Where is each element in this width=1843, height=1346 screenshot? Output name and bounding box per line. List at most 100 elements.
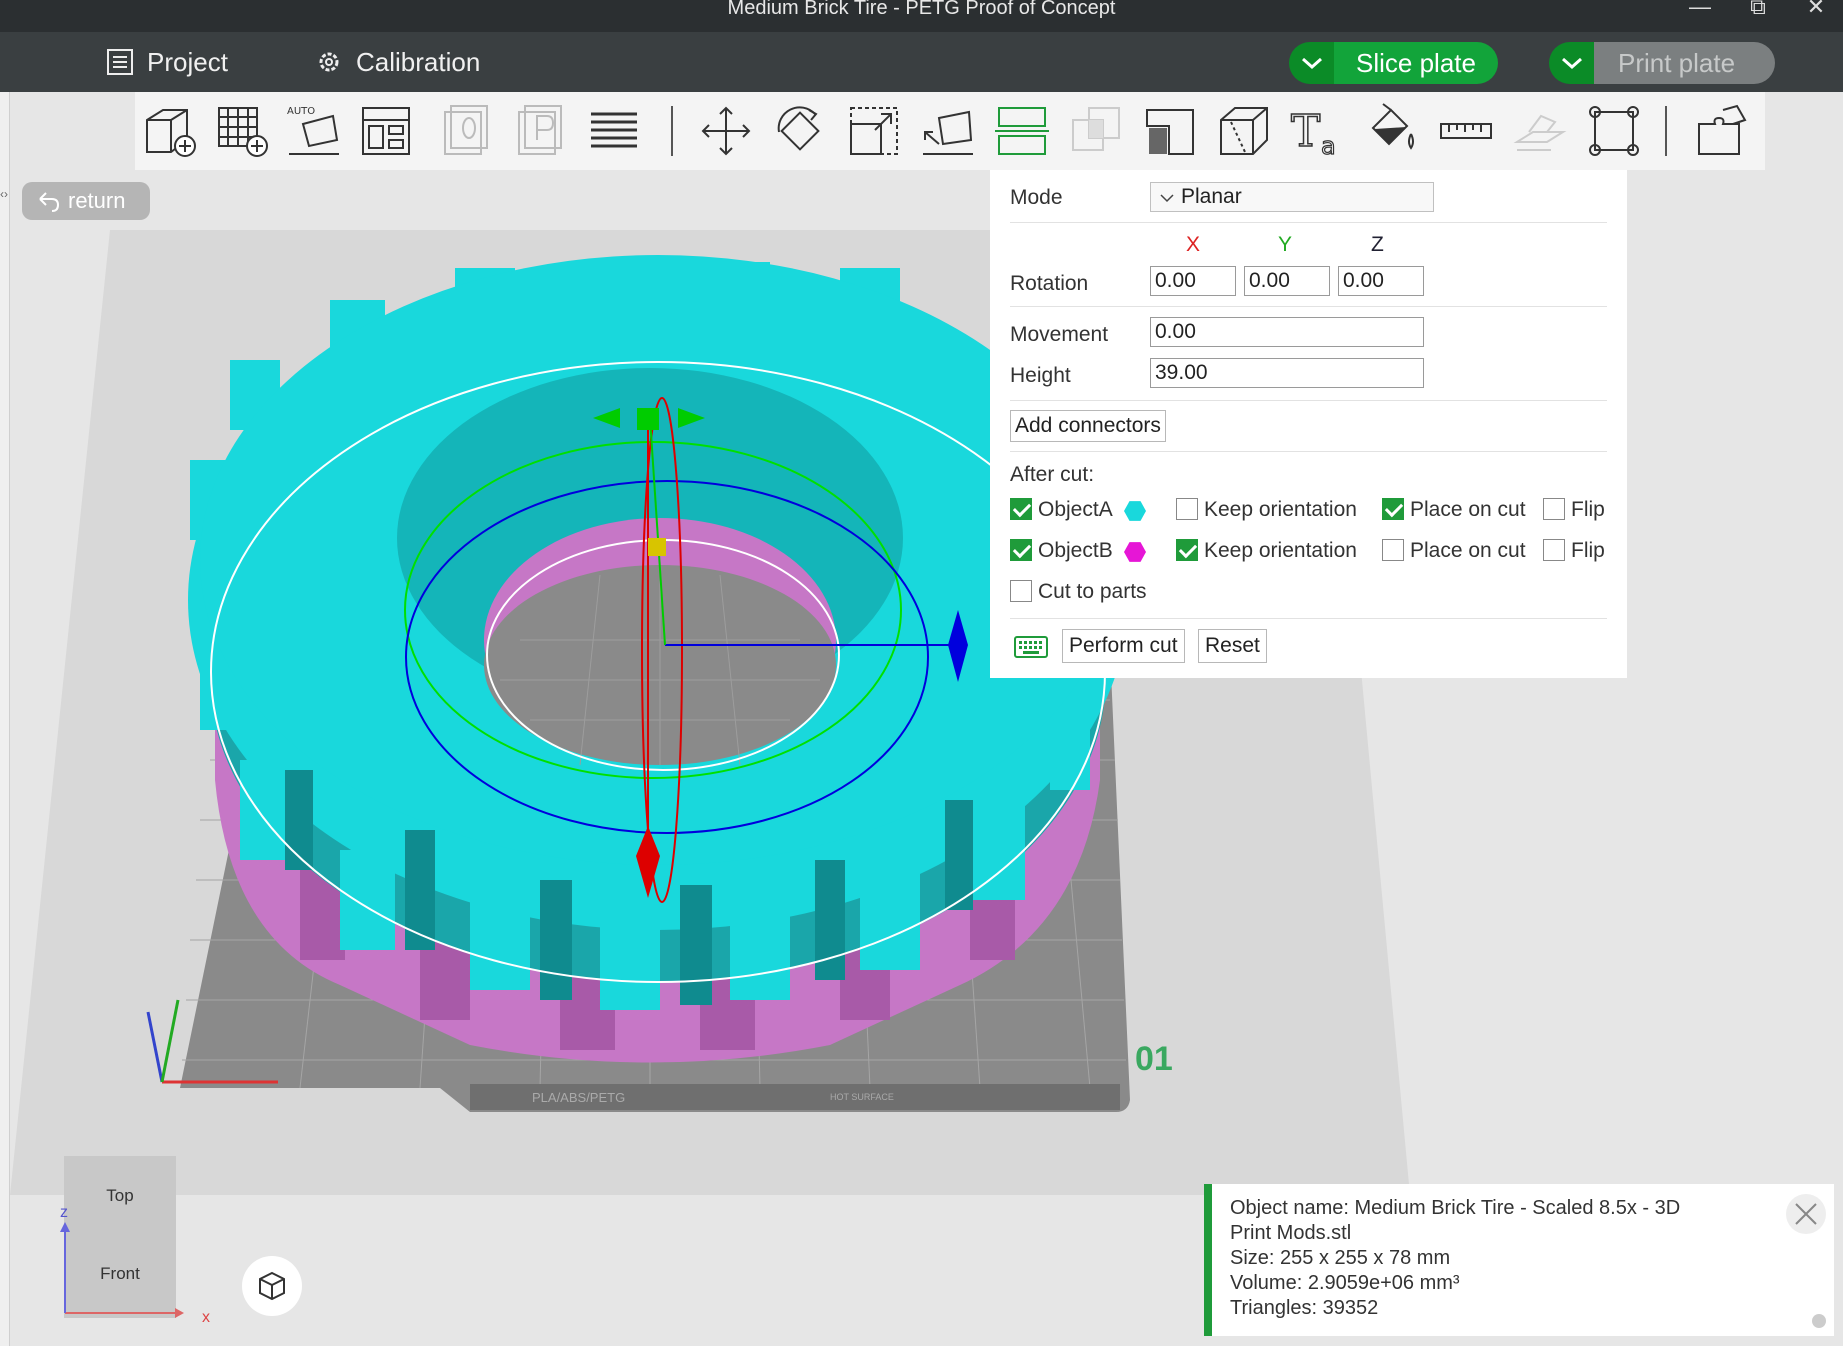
add-object-tool[interactable] [139, 102, 201, 160]
close-notification-button[interactable] [1786, 1194, 1826, 1234]
minimize-button[interactable]: — [1680, 0, 1720, 20]
movement-label: Movement [1010, 323, 1109, 346]
chevron-down-icon [1301, 57, 1322, 70]
cut-to-parts-checkbox[interactable] [1010, 580, 1032, 602]
split-parts-tool[interactable] [1691, 102, 1753, 160]
mode-value: Planar [1181, 185, 1242, 208]
b-flip-checkbox[interactable] [1543, 539, 1565, 561]
arrange-icon [362, 107, 410, 155]
maximize-button[interactable]: ⧉ [1738, 0, 1778, 20]
left-sidebar-collapsed[interactable]: ‹› [0, 92, 10, 1346]
height-input[interactable] [1150, 358, 1424, 388]
slice-plate-button[interactable]: Slice plate [1289, 42, 1498, 84]
height-label: Height [1010, 364, 1071, 387]
close-icon [1795, 1203, 1817, 1225]
auto-orient-tool[interactable]: AUTO [283, 102, 345, 160]
seam-paint-tool[interactable] [1213, 102, 1275, 160]
cut-icon [995, 107, 1049, 155]
a-place-on-cut-checkbox[interactable] [1382, 498, 1404, 520]
project-label: Project [147, 46, 228, 77]
rotate-icon [777, 106, 820, 151]
rotation-y-input[interactable] [1244, 266, 1330, 296]
calibration-label: Calibration [356, 46, 481, 77]
rotation-x-input[interactable] [1150, 266, 1236, 296]
cube-view-icon [259, 1271, 285, 1301]
undo-arrow-icon [39, 192, 60, 212]
calibration-menu[interactable]: Calibration [314, 44, 480, 80]
lay-on-face-tool[interactable] [917, 102, 979, 160]
divider [1010, 306, 1607, 307]
print-dropdown[interactable] [1549, 42, 1594, 84]
object-name-line1: Object name: Medium Brick Tire - Scaled … [1230, 1197, 1681, 1219]
emboss-tool [1509, 102, 1571, 160]
support-paint-icon [1146, 109, 1194, 155]
rotation-label: Rotation [1010, 272, 1089, 295]
perform-cut-button[interactable]: Perform cut [1062, 629, 1185, 663]
orient-plate-tool [509, 102, 571, 160]
svg-text:a: a [1321, 132, 1336, 160]
outline-o-icon [444, 105, 488, 155]
layers-icon [591, 112, 637, 148]
color-paint-tool[interactable] [1361, 102, 1423, 160]
gizmo-yellow-center [648, 538, 666, 556]
movement-input[interactable] [1150, 317, 1424, 347]
add-connectors-button[interactable]: Add connectors [1010, 410, 1166, 442]
divider [1010, 618, 1607, 619]
measure-tool[interactable] [1435, 102, 1497, 160]
keyboard-icon [1014, 636, 1048, 658]
a-place-on-cut-label: Place on cut [1410, 498, 1526, 521]
cut-tool[interactable] [991, 102, 1053, 160]
window-title: Medium Brick Tire - PETG Proof of Concep… [727, 0, 1116, 19]
object-a-checkbox[interactable] [1010, 498, 1032, 520]
a-keep-orientation-checkbox[interactable] [1176, 498, 1198, 520]
a-flip-label: Flip [1571, 498, 1605, 521]
close-window-button[interactable]: ✕ [1796, 0, 1836, 20]
object-b-checkbox[interactable] [1010, 539, 1032, 561]
slice-plate-label: Slice plate [1334, 42, 1498, 84]
minimize-notification-button[interactable] [1812, 1314, 1826, 1328]
add-plate-tool[interactable] [211, 102, 273, 160]
scale-tool[interactable] [843, 102, 905, 160]
axis-x-label: x [202, 1309, 210, 1326]
axis-z-label: z [60, 1204, 68, 1221]
lay-on-face-icon [923, 110, 973, 155]
divider [1010, 222, 1607, 223]
object-info-notification: Object name: Medium Brick Tire - Scaled … [1204, 1184, 1834, 1336]
move-tool[interactable] [695, 102, 757, 160]
return-button[interactable]: return [22, 182, 150, 220]
print-plate-button[interactable]: Print plate [1549, 42, 1776, 84]
b-flip-label: Flip [1571, 539, 1605, 562]
text-tool[interactable]: Ta [1287, 102, 1349, 160]
print-plate-label: Print plate [1594, 42, 1776, 84]
mode-select[interactable]: Planar [1150, 182, 1434, 212]
keyboard-shortcuts-button[interactable] [1014, 636, 1048, 664]
emboss-icon [1513, 114, 1567, 151]
object-a-color-swatch [1124, 501, 1146, 521]
support-paint-tool[interactable] [1139, 102, 1201, 160]
b-keep-orientation-checkbox[interactable] [1176, 539, 1198, 561]
ruler-icon [1440, 123, 1492, 139]
expand-sidebar-icon[interactable]: ‹› [0, 187, 8, 201]
title-bar: Medium Brick Tire - PETG Proof of Concep… [0, 0, 1843, 32]
a-flip-checkbox[interactable] [1543, 498, 1565, 520]
list-icon [107, 49, 133, 75]
reset-button[interactable]: Reset [1198, 629, 1267, 663]
slice-dropdown[interactable] [1289, 42, 1334, 84]
chevron-down-icon [1561, 57, 1582, 70]
rotation-z-input[interactable] [1338, 266, 1424, 296]
gear-icon [319, 52, 339, 72]
arrange-tool[interactable] [355, 102, 417, 160]
plate-number: 01 [1135, 1040, 1173, 1078]
object-b-color-swatch [1124, 542, 1146, 562]
toolbar-divider [671, 106, 673, 156]
a-keep-orientation-label: Keep orientation [1204, 498, 1357, 521]
b-keep-orientation-label: Keep orientation [1204, 539, 1357, 562]
assembly-tool[interactable] [1583, 102, 1645, 160]
b-place-on-cut-checkbox[interactable] [1382, 539, 1404, 561]
boolean-icon [1072, 107, 1120, 151]
layer-tool[interactable] [583, 102, 645, 160]
main-toolbar: AUTO Ta [135, 92, 1765, 170]
project-menu[interactable]: Project [105, 44, 228, 80]
camera-view-button[interactable] [242, 1256, 302, 1316]
rotate-tool[interactable] [769, 102, 831, 160]
